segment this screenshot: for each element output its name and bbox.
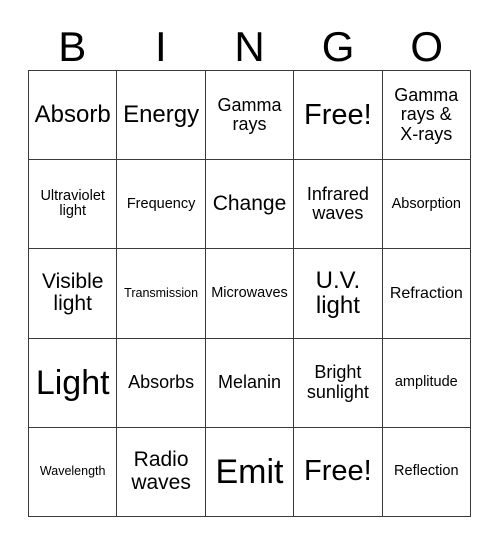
bingo-cell-label: Emit <box>215 452 284 491</box>
bingo-cell-r5-c3[interactable]: Emit <box>205 427 295 517</box>
bingo-cell-r4-c4[interactable]: Bright sunlight <box>294 338 383 428</box>
bingo-cell-label: Absorb <box>34 101 111 129</box>
bingo-cell-r2-c2[interactable]: Frequency <box>117 160 206 250</box>
bingo-cell-r5-c1[interactable]: Wavelength <box>29 427 118 517</box>
bingo-cell-label: Light <box>35 363 110 402</box>
bingo-cell-label: Free! <box>304 98 372 131</box>
bingo-cell-r1-c3[interactable]: Gamma rays <box>205 71 295 161</box>
bingo-cell-r1-c5[interactable]: Gamma rays & X-rays <box>382 71 471 161</box>
bingo-cell-r1-c1[interactable]: Absorb <box>29 71 118 161</box>
bingo-cell-r2-c5[interactable]: Absorption <box>382 160 471 250</box>
bingo-cell-label: Melanin <box>217 372 282 393</box>
bingo-header-letter-g: G <box>321 23 355 70</box>
bingo-cell-r5-c4[interactable]: Free! <box>294 427 383 517</box>
bingo-cell-r4-c2[interactable]: Absorbs <box>117 338 206 428</box>
bingo-cell-label: Free! <box>304 455 372 488</box>
bingo-cell-label: Refraction <box>389 284 463 302</box>
bingo-cell-r2-c1[interactable]: Ultraviolet light <box>29 160 118 250</box>
bingo-cell-label: Energy <box>123 101 200 129</box>
bingo-cell-label: Frequency <box>126 195 196 212</box>
bingo-header-letter-b: B <box>58 23 87 70</box>
bingo-cell-label: Reflection <box>394 463 459 480</box>
bingo-header-letter-n: N <box>234 23 265 70</box>
bingo-header-letter-i: I <box>155 23 167 70</box>
bingo-cell-label: Microwaves <box>211 284 288 301</box>
bingo-card: B I N G O Absorb Energy Gamma rays Free! Gam… <box>0 0 500 544</box>
bingo-cell-r5-c5[interactable]: Reflection <box>382 427 471 517</box>
bingo-cell-r5-c2[interactable]: Radio waves <box>117 427 206 517</box>
bingo-cell-r4-c1[interactable]: Light <box>29 338 118 428</box>
bingo-cell-label: Ultraviolet light <box>40 187 105 220</box>
bingo-cell-r3-c2[interactable]: Transmission <box>117 249 206 339</box>
bingo-cell-label: Gamma rays & X-rays <box>394 85 459 144</box>
bingo-cell-label: Transmission <box>124 285 199 300</box>
bingo-cell-label: Gamma rays <box>217 94 282 135</box>
bingo-cell-r4-c5[interactable]: amplitude <box>382 338 471 428</box>
bingo-cell-label: Visible light <box>41 270 104 316</box>
bingo-cell-r4-c3[interactable]: Melanin <box>205 338 295 428</box>
bingo-cell-r3-c5[interactable]: Refraction <box>382 249 471 339</box>
bingo-cell-r2-c3[interactable]: Change <box>205 160 295 250</box>
bingo-cell-label: Absorption <box>391 195 461 212</box>
bingo-grid: Absorb Energy Gamma rays Free! Gamma rays & … <box>28 70 471 517</box>
bingo-cell-label: Wavelength <box>39 464 106 479</box>
bingo-cell-r3-c4[interactable]: U.V. light <box>294 249 383 339</box>
bingo-cell-r3-c1[interactable]: Visible light <box>29 249 118 339</box>
bingo-cell-label: Change <box>212 192 287 216</box>
bingo-cell-label: U.V. light <box>315 266 361 320</box>
bingo-cell-r1-c4[interactable]: Free! <box>294 71 383 161</box>
bingo-header-letter-o: O <box>410 23 443 70</box>
bingo-cell-label: Radio waves <box>131 448 191 494</box>
bingo-header-row: B I N G O <box>28 22 471 68</box>
bingo-cell-label: Infrared waves <box>306 184 369 224</box>
bingo-cell-label: Absorbs <box>128 372 195 393</box>
bingo-cell-label: amplitude <box>394 373 458 390</box>
bingo-cell-label: Bright sunlight <box>306 362 369 402</box>
bingo-cell-r3-c3[interactable]: Microwaves <box>205 249 295 339</box>
bingo-cell-r1-c2[interactable]: Energy <box>117 71 206 161</box>
bingo-cell-r2-c4[interactable]: Infrared waves <box>294 160 383 250</box>
